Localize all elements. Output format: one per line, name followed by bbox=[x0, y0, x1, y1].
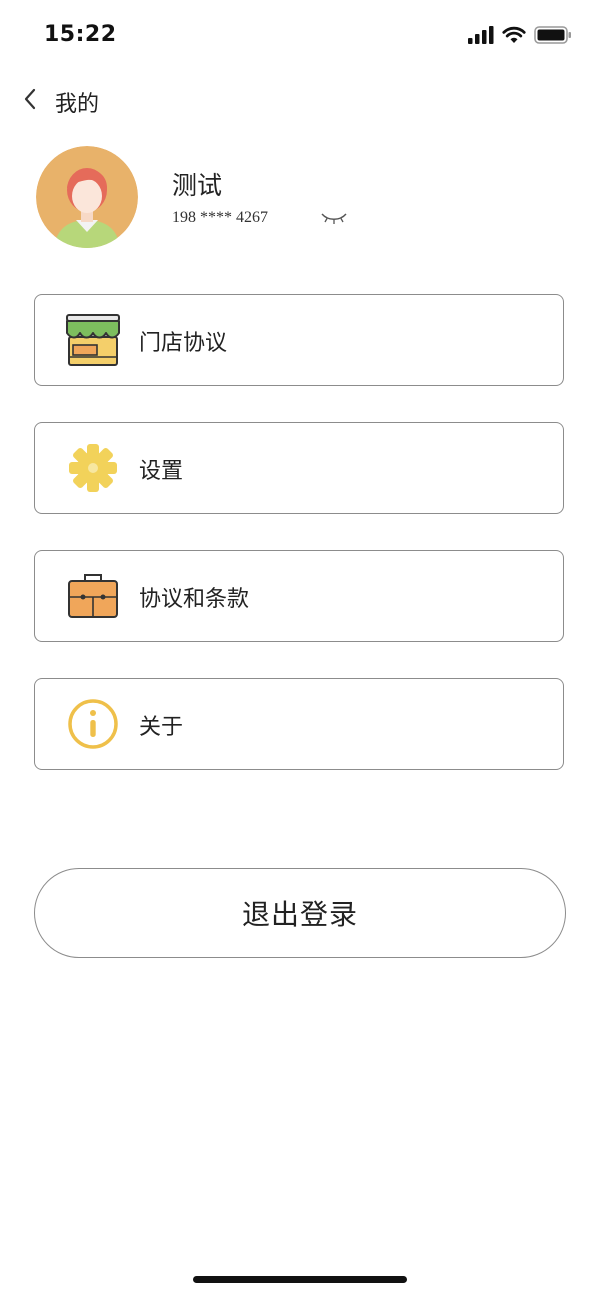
menu-item-label: 协议和条款 bbox=[139, 587, 250, 612]
nav-header: 我的 bbox=[0, 80, 600, 124]
logout-label: 退出登录 bbox=[241, 898, 358, 931]
store-icon bbox=[63, 311, 123, 369]
menu-item-label: 设置 bbox=[139, 459, 184, 484]
user-name: 测试 bbox=[172, 171, 223, 200]
home-indicator[interactable] bbox=[193, 1276, 407, 1283]
status-bar: 15:22 bbox=[0, 0, 600, 70]
status-time: 15:22 bbox=[44, 22, 117, 47]
signal-icon bbox=[468, 26, 494, 48]
wifi-icon bbox=[502, 26, 526, 48]
logout-button[interactable]: 退出登录 bbox=[34, 868, 566, 958]
menu-item-terms[interactable]: 协议和条款 bbox=[34, 550, 564, 642]
status-icons bbox=[468, 26, 572, 48]
back-button[interactable] bbox=[18, 86, 42, 116]
menu-item-label: 关于 bbox=[139, 715, 184, 740]
gear-icon bbox=[63, 439, 123, 497]
menu-item-label: 门店协议 bbox=[139, 331, 228, 356]
avatar[interactable] bbox=[36, 146, 138, 248]
user-phone: 198 **** 4267 bbox=[172, 209, 268, 226]
battery-icon bbox=[534, 26, 572, 48]
eye-closed-icon[interactable] bbox=[318, 210, 350, 226]
menu-item-store-agreement[interactable]: 门店协议 bbox=[34, 294, 564, 386]
menu-item-settings[interactable]: 设置 bbox=[34, 422, 564, 514]
chevron-left-icon bbox=[23, 88, 37, 114]
page-title: 我的 bbox=[55, 92, 100, 117]
info-icon bbox=[63, 695, 123, 753]
menu-item-about[interactable]: 关于 bbox=[34, 678, 564, 770]
briefcase-icon bbox=[63, 567, 123, 625]
